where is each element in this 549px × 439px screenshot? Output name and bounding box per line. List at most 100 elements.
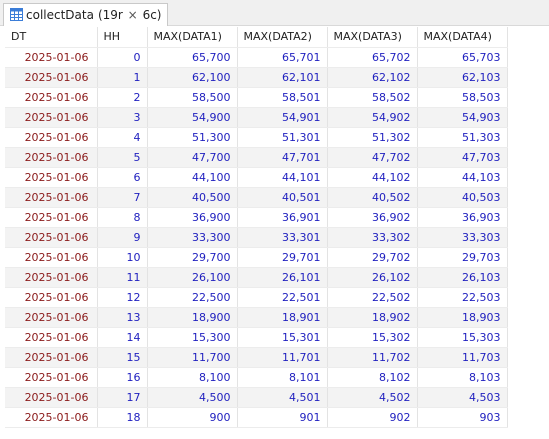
column-header-dt[interactable]: DT	[5, 27, 98, 48]
max-data2-cell[interactable]: 40,501	[237, 187, 328, 208]
max-data4-cell[interactable]: 11,703	[417, 347, 508, 368]
max-data2-cell[interactable]: 22,501	[237, 287, 328, 308]
table-row[interactable]: 2025-01-06 4 51,300 51,301 51,302 51,303	[5, 127, 508, 148]
table-row[interactable]: 2025-01-06 8 36,900 36,901 36,902 36,903	[5, 207, 508, 228]
max-data3-cell[interactable]: 40,502	[327, 187, 418, 208]
max-data1-cell[interactable]: 62,100	[147, 67, 238, 88]
max-data3-cell[interactable]: 18,902	[327, 307, 418, 328]
dt-cell[interactable]: 2025-01-06	[5, 187, 98, 208]
max-data4-cell[interactable]: 58,503	[417, 87, 508, 108]
max-data4-cell[interactable]: 26,103	[417, 267, 508, 288]
max-data3-cell[interactable]: 15,302	[327, 327, 418, 348]
max-data3-cell[interactable]: 44,102	[327, 167, 418, 188]
max-data3-cell[interactable]: 58,502	[327, 87, 418, 108]
dt-cell[interactable]: 2025-01-06	[5, 307, 98, 328]
max-data2-cell[interactable]: 44,101	[237, 167, 328, 188]
max-data1-cell[interactable]: 47,700	[147, 147, 238, 168]
max-data3-cell[interactable]: 4,502	[327, 387, 418, 408]
max-data2-cell[interactable]: 29,701	[237, 247, 328, 268]
dt-cell[interactable]: 2025-01-06	[5, 327, 98, 348]
hh-cell[interactable]: 8	[97, 207, 148, 228]
max-data1-cell[interactable]: 65,700	[147, 47, 238, 68]
max-data2-cell[interactable]: 65,701	[237, 47, 328, 68]
max-data1-cell[interactable]: 40,500	[147, 187, 238, 208]
max-data3-cell[interactable]: 29,702	[327, 247, 418, 268]
max-data4-cell[interactable]: 903	[417, 407, 508, 428]
max-data4-cell[interactable]: 8,103	[417, 367, 508, 388]
table-row[interactable]: 2025-01-06 13 18,900 18,901 18,902 18,903	[5, 307, 508, 328]
table-row[interactable]: 2025-01-06 16 8,100 8,101 8,102 8,103	[5, 367, 508, 388]
max-data1-cell[interactable]: 44,100	[147, 167, 238, 188]
max-data1-cell[interactable]: 29,700	[147, 247, 238, 268]
max-data3-cell[interactable]: 51,302	[327, 127, 418, 148]
max-data4-cell[interactable]: 15,303	[417, 327, 508, 348]
max-data3-cell[interactable]: 62,102	[327, 67, 418, 88]
max-data3-cell[interactable]: 22,502	[327, 287, 418, 308]
table-row[interactable]: 2025-01-06 12 22,500 22,501 22,502 22,503	[5, 287, 508, 308]
max-data4-cell[interactable]: 33,303	[417, 227, 508, 248]
hh-cell[interactable]: 6	[97, 167, 148, 188]
max-data2-cell[interactable]: 15,301	[237, 327, 328, 348]
max-data1-cell[interactable]: 8,100	[147, 367, 238, 388]
dt-cell[interactable]: 2025-01-06	[5, 127, 98, 148]
hh-cell[interactable]: 15	[97, 347, 148, 368]
max-data1-cell[interactable]: 15,300	[147, 327, 238, 348]
hh-cell[interactable]: 17	[97, 387, 148, 408]
table-row[interactable]: 2025-01-06 5 47,700 47,701 47,702 47,703	[5, 147, 508, 168]
hh-cell[interactable]: 11	[97, 267, 148, 288]
hh-cell[interactable]: 0	[97, 47, 148, 68]
hh-cell[interactable]: 13	[97, 307, 148, 328]
max-data1-cell[interactable]: 54,900	[147, 107, 238, 128]
hh-cell[interactable]: 5	[97, 147, 148, 168]
max-data2-cell[interactable]: 47,701	[237, 147, 328, 168]
table-row[interactable]: 2025-01-06 14 15,300 15,301 15,302 15,303	[5, 327, 508, 348]
table-row[interactable]: 2025-01-06 6 44,100 44,101 44,102 44,103	[5, 167, 508, 188]
max-data4-cell[interactable]: 62,103	[417, 67, 508, 88]
table-row[interactable]: 2025-01-06 9 33,300 33,301 33,302 33,303	[5, 227, 508, 248]
dt-cell[interactable]: 2025-01-06	[5, 147, 98, 168]
hh-cell[interactable]: 14	[97, 327, 148, 348]
max-data4-cell[interactable]: 44,103	[417, 167, 508, 188]
column-header-max-data4[interactable]: MAX(DATA4)	[417, 27, 508, 48]
max-data1-cell[interactable]: 51,300	[147, 127, 238, 148]
max-data4-cell[interactable]: 4,503	[417, 387, 508, 408]
max-data3-cell[interactable]: 33,302	[327, 227, 418, 248]
max-data4-cell[interactable]: 65,703	[417, 47, 508, 68]
table-row[interactable]: 2025-01-06 2 58,500 58,501 58,502 58,503	[5, 87, 508, 108]
hh-cell[interactable]: 1	[97, 67, 148, 88]
column-header-max-data2[interactable]: MAX(DATA2)	[237, 27, 328, 48]
dt-cell[interactable]: 2025-01-06	[5, 267, 98, 288]
dt-cell[interactable]: 2025-01-06	[5, 107, 98, 128]
table-row[interactable]: 2025-01-06 10 29,700 29,701 29,702 29,703	[5, 247, 508, 268]
column-header-hh[interactable]: HH	[97, 27, 148, 48]
dt-cell[interactable]: 2025-01-06	[5, 67, 98, 88]
max-data2-cell[interactable]: 26,101	[237, 267, 328, 288]
max-data1-cell[interactable]: 26,100	[147, 267, 238, 288]
hh-cell[interactable]: 9	[97, 227, 148, 248]
max-data3-cell[interactable]: 65,702	[327, 47, 418, 68]
hh-cell[interactable]: 12	[97, 287, 148, 308]
table-row[interactable]: 2025-01-06 0 65,700 65,701 65,702 65,703	[5, 47, 508, 68]
max-data2-cell[interactable]: 54,901	[237, 107, 328, 128]
column-header-max-data3[interactable]: MAX(DATA3)	[327, 27, 418, 48]
max-data3-cell[interactable]: 11,702	[327, 347, 418, 368]
max-data2-cell[interactable]: 36,901	[237, 207, 328, 228]
max-data1-cell[interactable]: 22,500	[147, 287, 238, 308]
max-data4-cell[interactable]: 54,903	[417, 107, 508, 128]
max-data3-cell[interactable]: 8,102	[327, 367, 418, 388]
hh-cell[interactable]: 2	[97, 87, 148, 108]
max-data2-cell[interactable]: 8,101	[237, 367, 328, 388]
hh-cell[interactable]: 3	[97, 107, 148, 128]
result-grid[interactable]: DT HH MAX(DATA1) MAX(DATA2) MAX(DATA3) M…	[5, 27, 508, 428]
dt-cell[interactable]: 2025-01-06	[5, 227, 98, 248]
table-row[interactable]: 2025-01-06 7 40,500 40,501 40,502 40,503	[5, 187, 508, 208]
tab-collectdata[interactable]: collectData (19r × 6c)	[3, 3, 169, 26]
max-data2-cell[interactable]: 11,701	[237, 347, 328, 368]
dt-cell[interactable]: 2025-01-06	[5, 387, 98, 408]
dt-cell[interactable]: 2025-01-06	[5, 347, 98, 368]
table-row[interactable]: 2025-01-06 17 4,500 4,501 4,502 4,503	[5, 387, 508, 408]
max-data4-cell[interactable]: 29,703	[417, 247, 508, 268]
table-row[interactable]: 2025-01-06 1 62,100 62,101 62,102 62,103	[5, 67, 508, 88]
max-data2-cell[interactable]: 18,901	[237, 307, 328, 328]
max-data3-cell[interactable]: 47,702	[327, 147, 418, 168]
